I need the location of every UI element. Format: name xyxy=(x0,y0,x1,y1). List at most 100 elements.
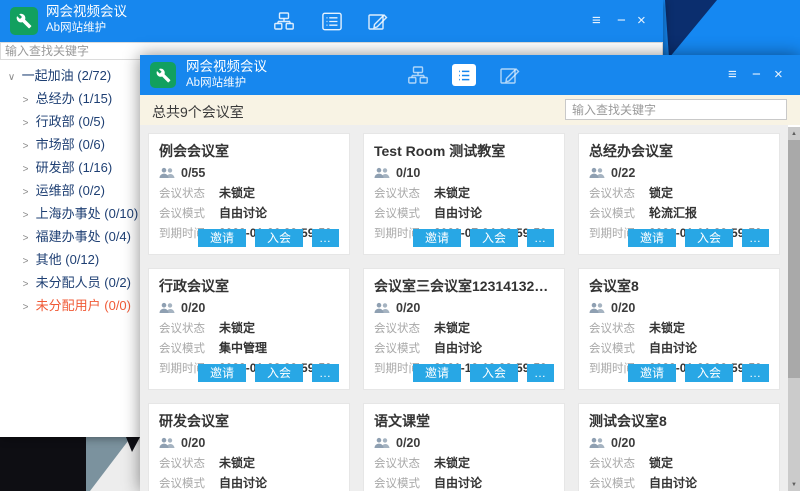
invite-button[interactable]: 邀请 xyxy=(628,364,676,382)
wallpaper-triangle xyxy=(663,0,800,58)
more-button[interactable]: … xyxy=(312,229,339,247)
mode-value: 自由讨论 xyxy=(434,339,482,356)
meeting-room-card[interactable]: 例会会议室 0/55 会议状态 未锁定 会议模式 自由讨论 到期时间 2028-… xyxy=(148,133,350,255)
more-button[interactable]: … xyxy=(527,229,554,247)
compose-icon[interactable] xyxy=(366,10,390,32)
status-label: 会议状态 xyxy=(589,320,639,336)
room-list-icon[interactable] xyxy=(320,10,344,32)
minimize-button[interactable]: − xyxy=(617,13,626,28)
more-button[interactable]: … xyxy=(312,364,339,382)
invite-button[interactable]: 邀请 xyxy=(198,229,246,247)
more-button[interactable]: … xyxy=(527,364,554,382)
tree-item-count: (1/15) xyxy=(78,91,112,106)
chevron-icon[interactable]: > xyxy=(19,158,32,181)
invite-button[interactable]: 邀请 xyxy=(628,229,676,247)
tree-item-count: (0/5) xyxy=(78,114,105,129)
meeting-room-card[interactable]: 测试会议室8 0/20 会议状态 锁定 会议模式 自由讨论 到期时间 2021-… xyxy=(578,403,780,491)
mode-value: 自由讨论 xyxy=(219,474,267,491)
room-occupancy: 0/20 xyxy=(181,436,205,450)
chevron-icon[interactable]: > xyxy=(19,135,32,158)
join-button[interactable]: 入会 xyxy=(255,364,303,382)
room-occupancy: 0/20 xyxy=(611,301,635,315)
mode-label: 会议模式 xyxy=(159,340,209,356)
chevron-icon[interactable]: > xyxy=(19,273,32,296)
scroll-thumb[interactable] xyxy=(788,140,800,378)
tree-item-label: 总经办 xyxy=(36,91,75,106)
app-title: 网会视频会议 xyxy=(46,4,127,21)
vertical-scrollbar[interactable]: ▲ ▼ xyxy=(788,127,800,491)
wrench-app-icon xyxy=(150,62,176,88)
chevron-icon[interactable]: > xyxy=(19,89,32,112)
meeting-room-card[interactable]: 总经办会议室 0/22 会议状态 锁定 会议模式 轮流汇报 到期时间 2022-… xyxy=(578,133,780,255)
join-button[interactable]: 入会 xyxy=(685,229,733,247)
room-occupancy: 0/20 xyxy=(396,436,420,450)
meeting-room-card[interactable]: 会议室8 0/20 会议状态 未锁定 会议模式 自由讨论 到期时间 2022-0… xyxy=(578,268,780,390)
room-list-icon-selected[interactable] xyxy=(452,64,476,86)
more-button[interactable]: … xyxy=(742,364,769,382)
mode-label: 会议模式 xyxy=(374,340,424,356)
org-chart-icon[interactable] xyxy=(272,10,296,32)
menu-button[interactable]: ≡ xyxy=(592,13,601,28)
join-button[interactable]: 入会 xyxy=(685,364,733,382)
front-titlebar[interactable]: 网会视频会议 Ab网站维护 xyxy=(140,55,800,95)
status-label: 会议状态 xyxy=(374,185,424,201)
mode-label: 会议模式 xyxy=(589,205,639,221)
status-value: 未锁定 xyxy=(434,184,470,201)
room-name: 研发会议室 xyxy=(159,411,339,431)
mode-label: 会议模式 xyxy=(374,205,424,221)
meeting-room-card[interactable]: 会议室三会议室123141324141三会议室 0/20 会议状态 未锁定 会议… xyxy=(363,268,565,390)
room-name: 行政会议室 xyxy=(159,276,339,296)
room-occupancy: 0/20 xyxy=(396,301,420,315)
status-value: 未锁定 xyxy=(219,184,255,201)
join-button[interactable]: 入会 xyxy=(470,364,518,382)
tree-item-label: 一起加油 xyxy=(22,68,74,83)
chevron-icon[interactable]: > xyxy=(19,296,32,319)
meeting-room-card[interactable]: 语文课堂 0/20 会议状态 未锁定 会议模式 自由讨论 到期时间 2022-0… xyxy=(363,403,565,491)
more-button[interactable]: … xyxy=(742,229,769,247)
tree-item-count: (0/2) xyxy=(78,183,105,198)
minimize-button[interactable]: − xyxy=(752,67,761,82)
chevron-icon[interactable]: > xyxy=(19,250,32,273)
chevron-icon[interactable]: > xyxy=(19,227,32,250)
mode-value: 自由讨论 xyxy=(649,339,697,356)
chevron-icon[interactable]: ∨ xyxy=(5,66,18,89)
join-button[interactable]: 入会 xyxy=(255,229,303,247)
meeting-room-card[interactable]: 研发会议室 0/20 会议状态 未锁定 会议模式 自由讨论 到期时间 2022-… xyxy=(148,403,350,491)
chevron-icon[interactable]: > xyxy=(19,204,32,227)
tree-item-label: 行政部 xyxy=(36,114,75,129)
status-label: 会议状态 xyxy=(589,185,639,201)
meeting-room-card[interactable]: Test Room 测试教室 0/10 会议状态 未锁定 会议模式 自由讨论 到… xyxy=(363,133,565,255)
compose-icon[interactable] xyxy=(498,64,522,86)
room-occupancy: 0/20 xyxy=(611,436,635,450)
chevron-icon[interactable]: > xyxy=(19,112,32,135)
room-name: 会议室8 xyxy=(589,276,769,296)
attendees-icon xyxy=(374,437,390,449)
room-name: Test Room 测试教室 xyxy=(374,141,554,161)
invite-button[interactable]: 邀请 xyxy=(413,364,461,382)
room-name: 会议室三会议室123141324141三会议室 xyxy=(374,276,554,296)
room-name: 测试会议室8 xyxy=(589,411,769,431)
scroll-up-button[interactable]: ▲ xyxy=(788,127,800,140)
org-chart-icon[interactable] xyxy=(406,64,430,86)
room-occupancy: 0/10 xyxy=(396,166,420,180)
screen: 网会视频会议 Ab网站维护 xyxy=(0,0,800,491)
close-button[interactable]: × xyxy=(774,67,783,82)
invite-button[interactable]: 邀请 xyxy=(198,364,246,382)
room-search-input[interactable] xyxy=(565,99,787,120)
meeting-room-card[interactable]: 行政会议室 0/20 会议状态 未锁定 会议模式 集中管理 到期时间 2023-… xyxy=(148,268,350,390)
attendees-icon xyxy=(159,302,175,314)
menu-button[interactable]: ≡ xyxy=(728,67,737,82)
chevron-icon[interactable]: > xyxy=(19,181,32,204)
close-button[interactable]: × xyxy=(637,13,646,28)
invite-button[interactable]: 邀请 xyxy=(413,229,461,247)
tree-item-count: (0/2) xyxy=(104,275,131,290)
join-button[interactable]: 入会 xyxy=(470,229,518,247)
mode-label: 会议模式 xyxy=(589,475,639,491)
room-name: 总经办会议室 xyxy=(589,141,769,161)
back-titlebar[interactable]: 网会视频会议 Ab网站维护 xyxy=(0,0,663,42)
scroll-down-button[interactable]: ▼ xyxy=(788,478,800,491)
tree-item-count: (0/12) xyxy=(65,252,99,267)
tree-item-label: 运维部 xyxy=(36,183,75,198)
room-name: 例会会议室 xyxy=(159,141,339,161)
attendees-icon xyxy=(374,302,390,314)
